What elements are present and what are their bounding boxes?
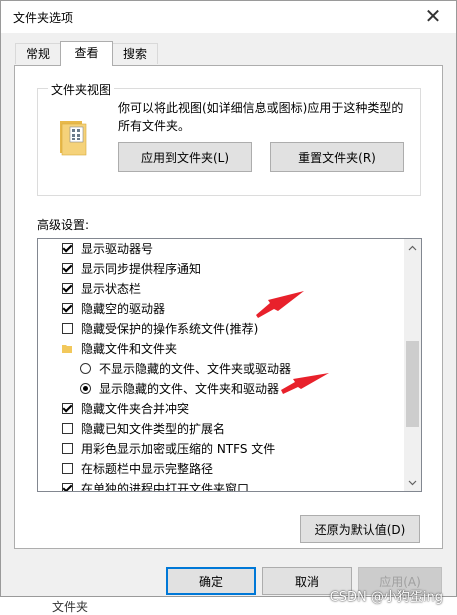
list-item[interactable]: 显示状态栏 [38,278,404,298]
checkbox[interactable] [62,282,73,294]
list-item-label: 显示隐藏的文件、文件夹和驱动器 [99,381,280,396]
view-tab-panel: 文件夹视图 你可以将此视图(如详细信息或图标)应用于这种类型的所有文件夹。 应用… [14,65,443,549]
tab-search[interactable]: 搜索 [112,43,158,64]
list-item-label: 显示同步提供程序通知 [81,261,202,276]
chevron-up-icon [408,245,417,250]
checkbox[interactable] [62,482,73,491]
list-item[interactable]: 显示同步提供程序通知 [38,258,404,278]
list-item-label: 不显示隐藏的文件、文件夹或驱动器 [99,361,292,376]
tab-view[interactable]: 查看 [60,41,113,66]
checkbox[interactable] [62,262,73,274]
list-item[interactable]: 显示驱动器号 [38,239,404,258]
list-item[interactable]: 隐藏空的驱动器 [38,298,404,318]
watermark: CSDN @小狗蛋ing [329,590,443,605]
folder-views-group: 文件夹视图 你可以将此视图(如详细信息或图标)应用于这种类型的所有文件夹。 应用… [37,81,421,196]
list-item[interactable]: 不显示隐藏的文件、文件夹或驱动器 [38,358,404,378]
list-item[interactable]: 隐藏已知文件类型的扩展名 [38,418,404,438]
list-item-label: 在标题栏中显示完整路径 [81,461,214,476]
list-item[interactable]: 显示隐藏的文件、文件夹和驱动器 [38,378,404,398]
radio-button[interactable] [80,362,91,374]
background-folder-label: 文件夹 [52,600,89,614]
folder-icon [62,344,72,353]
title-bar: 文件夹选项 ✕ [1,1,456,33]
list-item-label: 隐藏文件夹合并冲突 [81,401,190,416]
scroll-thumb[interactable] [406,341,419,427]
folder-options-dialog: 文件夹选项 ✕ 常规 查看 搜索 文件夹视图 你可以将此视图(如详细信息或图标)… [0,0,457,597]
list-item-label: 在单独的进程中打开文件夹窗口 [81,481,250,492]
list-item-label: 用彩色显示加密或压缩的 NTFS 文件 [81,441,276,456]
ok-button[interactable]: 确定 [166,567,256,595]
list-item[interactable]: 隐藏文件和文件夹 [38,338,404,358]
checkbox[interactable] [62,322,73,334]
reset-folders-button[interactable]: 重置文件夹(R) [270,142,404,172]
list-item[interactable]: 在单独的进程中打开文件夹窗口 [38,478,404,492]
checkbox[interactable] [62,402,73,414]
apply-to-folders-button[interactable]: 应用到文件夹(L) [118,142,252,172]
checkbox[interactable] [62,302,73,314]
close-button[interactable]: ✕ [410,1,456,33]
list-item[interactable]: 隐藏文件夹合并冲突 [38,398,404,418]
advanced-settings-list[interactable]: 显示驱动器号显示同步提供程序通知 显示状态栏隐藏空的驱动器隐藏受保护的操作系统文件… [37,238,422,492]
list-item[interactable]: 在标题栏中显示完整路径 [38,458,404,478]
scroll-up-button[interactable] [404,239,421,256]
list-item-label: 隐藏空的驱动器 [81,301,166,316]
restore-defaults-button[interactable]: 还原为默认值(D) [300,515,420,543]
checkbox[interactable] [62,462,73,474]
scroll-down-button[interactable] [404,474,421,491]
tab-general[interactable]: 常规 [15,43,61,64]
list-item-label: 显示状态栏 [81,281,142,296]
checkbox[interactable] [62,242,73,254]
chevron-down-icon [408,480,417,485]
checkbox[interactable] [62,422,73,434]
folder-view-icon [60,121,87,156]
list-item[interactable]: 用彩色显示加密或压缩的 NTFS 文件 [38,438,404,458]
folder-views-description: 你可以将此视图(如详细信息或图标)应用于这种类型的所有文件夹。 [118,101,404,133]
list-item-label: 隐藏已知文件类型的扩展名 [81,421,226,436]
list-item[interactable]: 隐藏受保护的操作系统文件(推荐) [38,318,404,338]
window-title: 文件夹选项 [13,11,74,25]
list-item-label: 显示驱动器号 [81,241,154,256]
checkbox[interactable] [62,442,73,454]
close-icon: ✕ [424,4,442,28]
radio-button[interactable] [80,382,91,394]
list-item-label: 隐藏文件和文件夹 [81,341,178,356]
list-scrollbar[interactable] [404,239,421,491]
advanced-settings-label: 高级设置: [37,218,90,232]
list-item-label: 隐藏受保护的操作系统文件(推荐) [81,321,259,336]
folder-views-title: 文件夹视图 [48,81,115,98]
